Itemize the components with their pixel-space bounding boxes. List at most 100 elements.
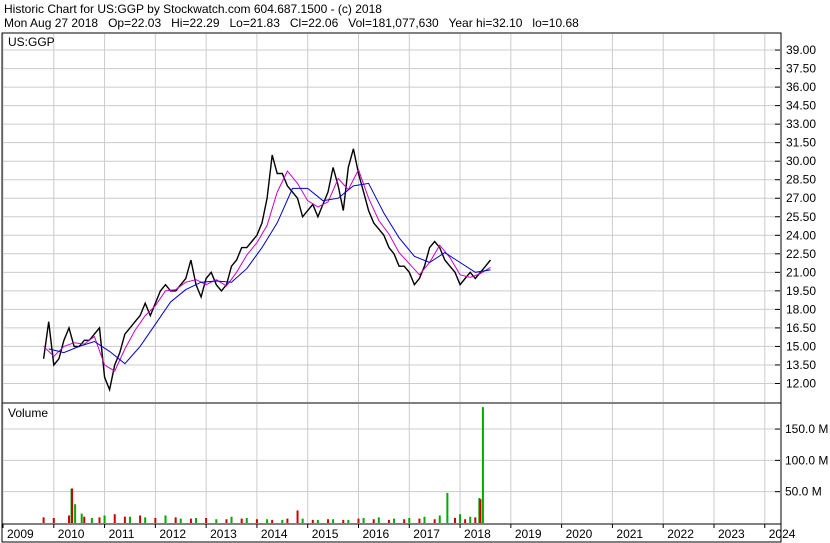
volume-bar <box>438 515 441 523</box>
date-tick-label: 2015 <box>312 527 339 541</box>
volume-bar <box>418 518 421 523</box>
volume-bar <box>266 519 269 523</box>
volume-bar <box>332 519 335 523</box>
volume-bar <box>103 515 106 523</box>
price-tick-label: 28.50 <box>786 173 816 187</box>
volume-bar <box>154 517 157 523</box>
price-panel-title: US:GGP <box>8 35 55 49</box>
date-tick-label: 2023 <box>718 527 745 541</box>
price-tick-label: 36.00 <box>786 80 816 94</box>
volume-bar <box>98 517 101 523</box>
volume-bar <box>479 499 482 523</box>
volume-bar <box>255 519 258 523</box>
price-tick-label: 13.50 <box>786 358 816 372</box>
volume-bar <box>423 516 426 523</box>
volume-bar <box>446 492 449 523</box>
date-tick-label: 2021 <box>616 527 643 541</box>
volume-bar <box>90 517 93 523</box>
volume-bar <box>230 516 233 523</box>
date-tick-label: 2009 <box>7 527 34 541</box>
volume-bar <box>301 518 304 523</box>
price-tick-label: 12.00 <box>786 376 816 390</box>
volume-bar <box>194 517 197 523</box>
volume-bar <box>474 517 477 523</box>
date-tick-label: 2020 <box>566 527 593 541</box>
volume-bar <box>123 516 126 523</box>
price-tick-label: 24.00 <box>786 228 816 242</box>
volume-bar <box>174 517 177 523</box>
volume-bar <box>311 519 314 523</box>
volume-bar <box>52 517 55 523</box>
price-tick-label: 22.50 <box>786 247 816 261</box>
date-tick-label: 2013 <box>210 527 237 541</box>
volume-bar <box>372 519 375 523</box>
volume-bar <box>481 407 484 523</box>
volume-bar <box>403 519 406 523</box>
volume-bar <box>342 519 345 523</box>
date-tick-label: 2018 <box>464 527 491 541</box>
price-tick-label: 30.00 <box>786 154 816 168</box>
volume-tick-label: 50.0 M <box>785 485 822 499</box>
price-tick-label: 16.50 <box>786 321 816 335</box>
volume-bar <box>80 513 83 523</box>
volume-bar <box>433 519 436 523</box>
price-tick-label: 33.00 <box>786 117 816 131</box>
volume-bar <box>453 517 456 523</box>
volume-bar <box>408 517 411 523</box>
volume-tick-label: 150.0 M <box>785 422 828 436</box>
volume-bar <box>393 518 396 523</box>
date-tick-label: 2011 <box>109 527 135 541</box>
volume-bar <box>215 519 218 523</box>
volume-bar <box>144 517 147 523</box>
volume-bar <box>225 519 228 523</box>
date-tick-label: 2014 <box>261 527 288 541</box>
volume-bar <box>316 519 319 523</box>
volume-bar <box>128 516 131 523</box>
volume-bar <box>271 519 274 523</box>
volume-bar <box>71 488 74 523</box>
volume-bar <box>347 519 350 523</box>
volume-bar <box>139 515 142 523</box>
price-tick-label: 37.50 <box>786 62 816 76</box>
volume-bar <box>240 518 243 523</box>
date-tick-label: 2024 <box>769 527 796 541</box>
volume-bar <box>362 517 365 523</box>
price-panel-frame <box>1 32 782 404</box>
volume-bar <box>113 514 116 523</box>
date-tick-label: 2017 <box>413 527 440 541</box>
volume-bar <box>281 519 284 523</box>
volume-tick-label: 100.0 M <box>785 453 828 467</box>
volume-bar <box>377 517 380 523</box>
volume-bar <box>387 519 390 523</box>
price-tick-label: 27.00 <box>786 191 816 205</box>
volume-bar <box>357 518 360 523</box>
price-tick-label: 31.50 <box>786 136 816 150</box>
volume-bar <box>245 517 248 523</box>
price-tick-label: 39.00 <box>786 43 816 57</box>
volume-bar <box>42 517 45 523</box>
volume-bar <box>164 515 167 523</box>
price-tick-label: 25.50 <box>786 210 816 224</box>
volume-bar <box>189 518 192 523</box>
volume-bar <box>68 515 71 523</box>
volume-bar <box>179 518 182 523</box>
price-tick-label: 18.00 <box>786 302 816 316</box>
volume-bar <box>74 504 77 523</box>
price-tick-label: 34.50 <box>786 99 816 113</box>
volume-bar <box>83 516 86 523</box>
volume-bar <box>327 519 330 523</box>
volume-bar <box>286 518 289 523</box>
chart-canvas: 39.00 37.50 36.00 34.50 33.00 31.50 30.00 28.50… <box>1 32 828 543</box>
volume-bar <box>464 519 467 523</box>
volume-bar <box>296 510 299 523</box>
volume-panel-title: Volume <box>8 406 48 420</box>
volume-bar <box>459 514 462 523</box>
date-tick-label: 2010 <box>58 527 85 541</box>
volume-panel-frame <box>1 402 782 525</box>
price-tick-label: 15.00 <box>786 339 816 353</box>
date-tick-label: 2012 <box>159 527 186 541</box>
date-tick-label: 2022 <box>667 527 694 541</box>
date-tick-label: 2016 <box>362 527 389 541</box>
price-tick-label: 21.00 <box>786 265 816 279</box>
volume-bar <box>205 517 208 523</box>
